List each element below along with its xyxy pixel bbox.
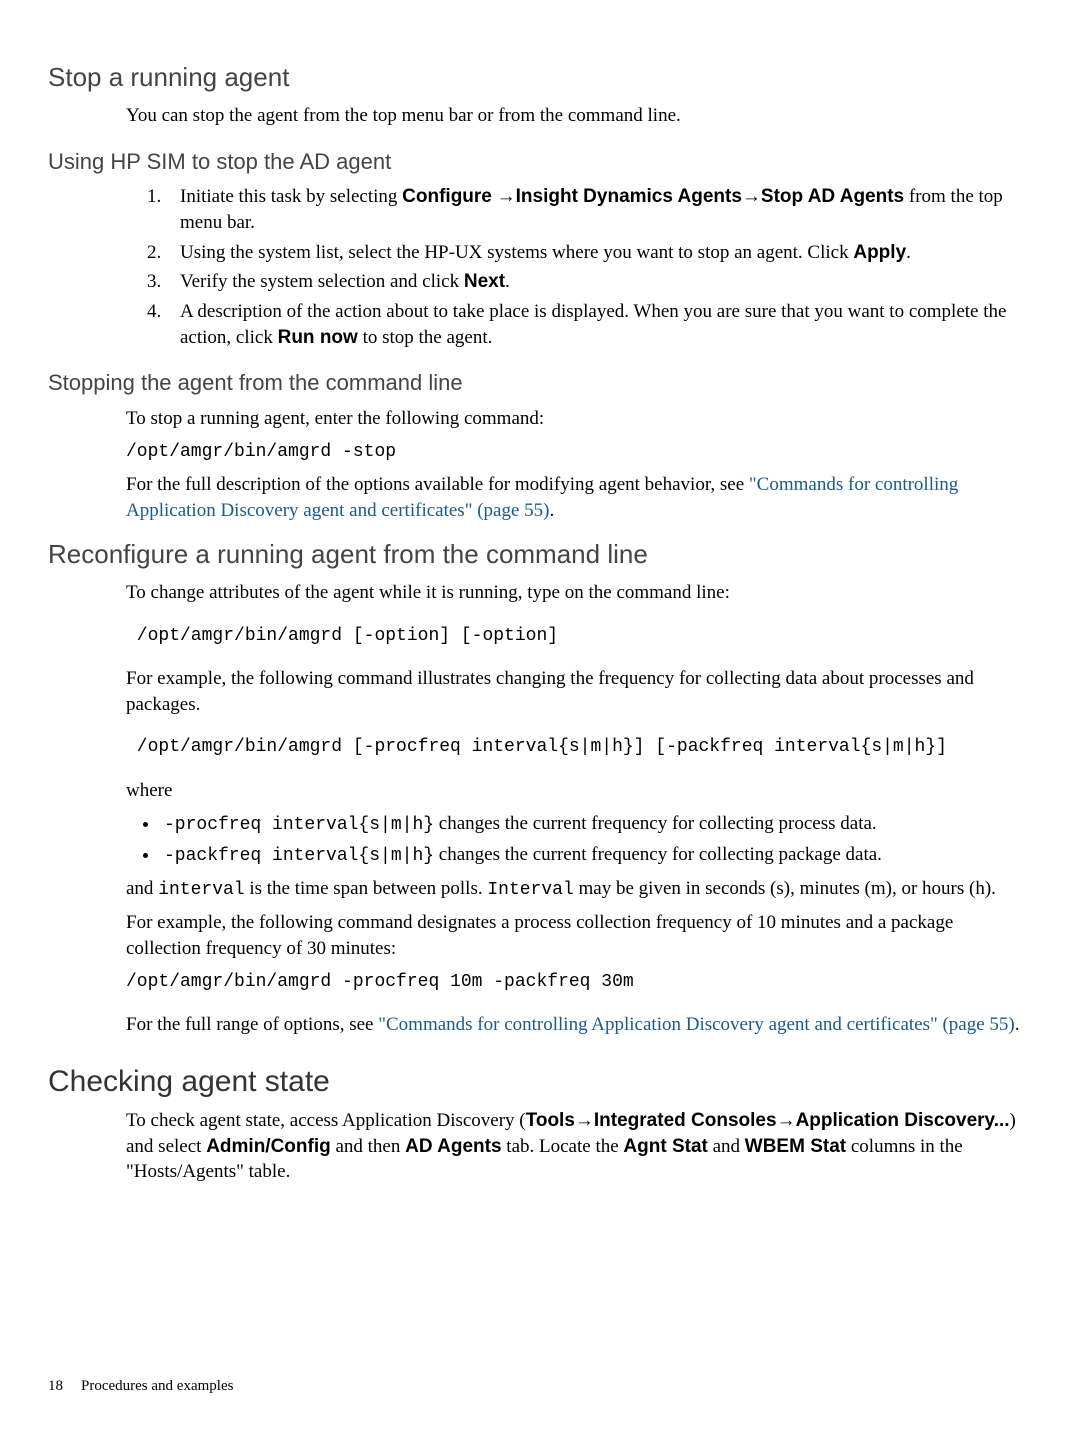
para: To check agent state, access Application… [126,1108,1032,1185]
text: → [742,186,761,207]
bold-admin-config: Admin/Config [206,1136,331,1157]
list-item: Verify the system selection and click Ne… [166,269,1032,295]
page-footer: 18 Procedures and examples [48,1376,233,1396]
body-block: To check agent state, access Application… [126,1108,1032,1185]
para: and interval is the time span between po… [126,876,1032,902]
text: to stop the agent. [358,327,493,348]
bold-run-now: Run now [278,327,358,348]
list-item: -procfreq interval{s|m|h} changes the cu… [160,811,1032,837]
ordered-list: Initiate this task by selecting Configur… [126,184,1032,350]
bold-menu: Application Discovery... [796,1110,1010,1131]
heading-stopping-cmdline: Stopping the agent from the command line [48,368,1032,398]
command: /opt/amgr/bin/amgrd -stop [126,440,1032,464]
para: For the full range of options, see "Comm… [126,1012,1032,1038]
body-block: Initiate this task by selecting Configur… [126,184,1032,350]
list-item: Initiate this task by selecting Configur… [166,184,1032,235]
list-item: -packfreq interval{s|m|h} changes the cu… [160,842,1032,868]
bold-ad-agents: AD Agents [405,1136,501,1157]
bullet-list: -procfreq interval{s|m|h} changes the cu… [126,811,1032,868]
code: interval [158,880,244,900]
footer-section-title: Procedures and examples [81,1378,233,1394]
text: To check agent state, access Application… [126,1110,526,1131]
para: To change attributes of the agent while … [126,580,1032,606]
cross-reference-link[interactable]: "Commands for controlling Application Di… [378,1014,1015,1035]
heading-checking-agent-state: Checking agent state [48,1062,1032,1103]
bold-menu: Insight Dynamics Agents [516,186,742,207]
bold-wbem-stat: WBEM Stat [745,1136,846,1157]
code: Interval [487,880,573,900]
text: . [549,500,554,521]
command: /opt/amgr/bin/amgrd [-procfreq interval{… [126,735,1032,759]
para: where [126,778,1032,804]
command: /opt/amgr/bin/amgrd [-option] [-option] [126,624,1032,648]
page: Stop a running agent You can stop the ag… [0,0,1080,1438]
text: Using the system list, select the HP-UX … [180,242,853,263]
para: You can stop the agent from the top menu… [126,103,1032,129]
bold-menu: Stop AD Agents [761,186,904,207]
text: and then [331,1136,405,1157]
text: tab. Locate the [502,1136,624,1157]
text: . [505,271,510,292]
bold-menu: Integrated Consoles [594,1110,777,1131]
para: For example, the following command desig… [126,910,1032,961]
bold-apply: Apply [853,242,906,263]
text: changes the current frequency for collec… [434,813,877,834]
text: changes the current frequency for collec… [434,844,882,865]
body-block: To change attributes of the agent while … [126,580,1032,1037]
text: . [906,242,911,263]
text: and [126,878,158,899]
text: → [492,186,516,207]
list-item: Using the system list, select the HP-UX … [166,240,1032,266]
heading-stop-running-agent: Stop a running agent [48,60,1032,95]
page-number: 18 [48,1378,63,1394]
text: For the full description of the options … [126,474,749,495]
heading-using-hp-sim: Using HP SIM to stop the AD agent [48,147,1032,177]
bold-menu: Configure [402,186,492,207]
para: For the full description of the options … [126,472,1032,523]
text: is the time span between polls. [245,878,488,899]
text: may be given in seconds (s), minutes (m)… [574,878,996,899]
code: -packfreq interval{s|m|h} [164,846,434,866]
heading-reconfigure-agent: Reconfigure a running agent from the com… [48,537,1032,572]
body-block: To stop a running agent, enter the follo… [126,406,1032,523]
body-block: You can stop the agent from the top menu… [126,103,1032,129]
command: /opt/amgr/bin/amgrd -procfreq 10m -packf… [126,970,1032,994]
text: → [777,1110,796,1131]
text: → [575,1110,594,1131]
text: Initiate this task by selecting [180,186,402,207]
bold-menu: Tools [526,1110,575,1131]
text: For the full range of options, see [126,1014,378,1035]
para: To stop a running agent, enter the follo… [126,406,1032,432]
bold-agnt-stat: Agnt Stat [623,1136,707,1157]
code: -procfreq interval{s|m|h} [164,815,434,835]
text: and [708,1136,745,1157]
text: Verify the system selection and click [180,271,464,292]
para: For example, the following command illus… [126,666,1032,717]
bold-next: Next [464,271,505,292]
text: . [1015,1014,1020,1035]
list-item: A description of the action about to tak… [166,299,1032,350]
